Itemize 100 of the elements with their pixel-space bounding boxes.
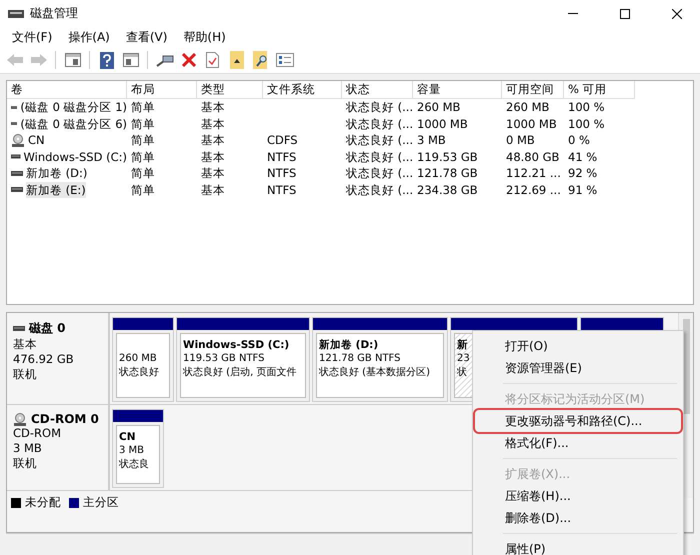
menu-item[interactable]: 更改驱动器号和路径(C)...: [475, 410, 681, 432]
menu-item[interactable]: 查看(V): [118, 27, 176, 47]
table-cell: 简单: [131, 165, 155, 182]
close-icon: [672, 8, 682, 18]
minimize-icon: [568, 13, 578, 14]
disk-management-icon: [8, 8, 24, 20]
partition-size: 119.53 GB NTFS: [183, 352, 264, 366]
table-cell: 简单: [131, 99, 155, 116]
disk-status: 联机: [13, 367, 38, 382]
help-icon: [100, 52, 114, 68]
table-cell: 基本: [201, 165, 225, 182]
table-cell: 260 MB: [417, 99, 460, 116]
drive-icon: [11, 187, 23, 192]
table-cell: 212.69 ...: [506, 182, 561, 198]
table-cell: 0 MB: [506, 132, 535, 148]
column-header[interactable]: 可用空间: [502, 81, 564, 99]
column-header[interactable]: 卷: [7, 81, 127, 99]
table-cell: 状态良好 (...: [346, 132, 414, 148]
menu-item[interactable]: 格式化(F)...: [475, 432, 681, 454]
forward-arrow-icon: [30, 54, 46, 66]
table-cell: 112.21 ...: [506, 165, 561, 182]
column-header[interactable]: % 可用: [564, 81, 635, 99]
table-cell: 新加卷 (E:): [26, 182, 86, 198]
table-cell: CDFS: [267, 132, 298, 148]
table-cell: 91 %: [568, 182, 598, 198]
partition-name: CN: [119, 430, 136, 444]
partition-block[interactable]: 新加卷 (D:) 121.78 GB NTFS 状态良好 (基本数据分区): [312, 317, 448, 402]
back-arrow-icon: [6, 54, 22, 66]
table-cell: 简单: [131, 148, 155, 165]
legend-label: 未分配: [25, 495, 61, 510]
table-cell: 基本: [201, 132, 225, 148]
menu-item[interactable]: 帮助(H): [175, 27, 234, 47]
table-cell: 简单: [131, 116, 155, 132]
disk-name: 磁盘 0: [13, 320, 108, 337]
partition-size: 121.78 GB NTFS: [319, 352, 400, 366]
disk-name: CD-ROM 0: [13, 412, 108, 426]
table-cell: 100 %: [568, 116, 605, 132]
drive-icon: [11, 104, 18, 110]
partition-status: 状态良好: [119, 366, 159, 380]
column-header[interactable]: 文件系统: [263, 81, 342, 99]
menu-item[interactable]: 资源管理器(E): [475, 357, 681, 379]
partition-block[interactable]: 260 MB 状态良好: [112, 317, 174, 402]
table-cell: 简单: [131, 182, 155, 198]
drive-icon: [11, 154, 21, 160]
table-cell: (磁盘 0 磁盘分区 6): [20, 116, 127, 132]
partition-block[interactable]: Windows-SSD (C:) 119.53 GB NTFS 状态良好 (启动, 页面文件: [176, 317, 310, 402]
disk-status: 联机: [13, 456, 38, 471]
column-header[interactable]: 布局: [127, 81, 197, 99]
table-cell: 1000 MB: [417, 116, 468, 132]
partition-size: 23: [457, 352, 470, 366]
column-header[interactable]: 容量: [413, 81, 502, 99]
panel-icon: [64, 53, 80, 67]
table-cell: 状态良好 (...: [346, 165, 414, 182]
disk-type: CD-ROM: [13, 426, 62, 441]
menu-item[interactable]: 操作(A): [60, 27, 118, 47]
panel-icon: [122, 53, 138, 67]
folder-icon: [230, 51, 244, 69]
table-cell: 0 %: [568, 132, 590, 148]
disk-type: 基本: [13, 337, 38, 352]
partition-name: Windows-SSD (C:): [183, 338, 290, 352]
table-cell: 状态良好 (...: [346, 182, 414, 198]
menu-item[interactable]: 打开(O): [475, 335, 681, 357]
list-icon: [276, 53, 294, 67]
partition-name: 新: [457, 338, 468, 352]
disk-size: 476.92 GB: [13, 352, 75, 367]
partition-size: 260 MB: [119, 352, 157, 366]
column-header[interactable]: 类型: [197, 81, 263, 99]
table-cell: 基本: [201, 182, 225, 198]
partition-header-bar: [113, 318, 173, 330]
table-cell: 234.38 GB: [417, 182, 478, 198]
partition-block[interactable]: CN 3 MB 状态良: [112, 409, 164, 488]
table-cell: 41 %: [568, 148, 598, 165]
table-cell: 1000 MB: [506, 116, 557, 132]
table-cell: 基本: [201, 116, 225, 132]
table-cell: 状态良好 (...: [346, 99, 414, 116]
table-cell: 简单: [131, 132, 155, 148]
table-cell: 119.53 GB: [417, 148, 478, 165]
table-cell: 121.78 GB: [417, 165, 478, 182]
checked-document-icon: [206, 52, 219, 68]
table-cell: 100 %: [568, 99, 605, 116]
drive-icon: [11, 121, 18, 126]
disc-drive-icon: [11, 134, 25, 147]
menu-item[interactable]: 属性(P): [475, 538, 681, 555]
partition-status: 状态良好 (基本数据分区): [319, 366, 430, 380]
drive-icon: [13, 326, 25, 331]
menu-item[interactable]: 删除卷(D)...: [475, 507, 681, 529]
table-cell: (磁盘 0 磁盘分区 1): [20, 99, 127, 116]
disc-drive-icon: [13, 412, 27, 426]
disk-size: 3 MB: [13, 441, 43, 456]
table-cell: CN: [28, 132, 45, 148]
delete-icon: [182, 53, 196, 67]
legend-label: 主分区: [83, 495, 119, 510]
table-cell: 基本: [201, 148, 225, 165]
column-header[interactable]: 状态: [342, 81, 413, 99]
partition-status: 状态良好 (启动, 页面文件: [183, 366, 296, 380]
partition-header-bar: [113, 410, 163, 422]
maximize-icon: [620, 8, 630, 18]
table-cell: NTFS: [267, 148, 296, 165]
menu-item[interactable]: 压缩卷(H)...: [475, 485, 681, 507]
menu-item[interactable]: 文件(F): [4, 27, 60, 47]
